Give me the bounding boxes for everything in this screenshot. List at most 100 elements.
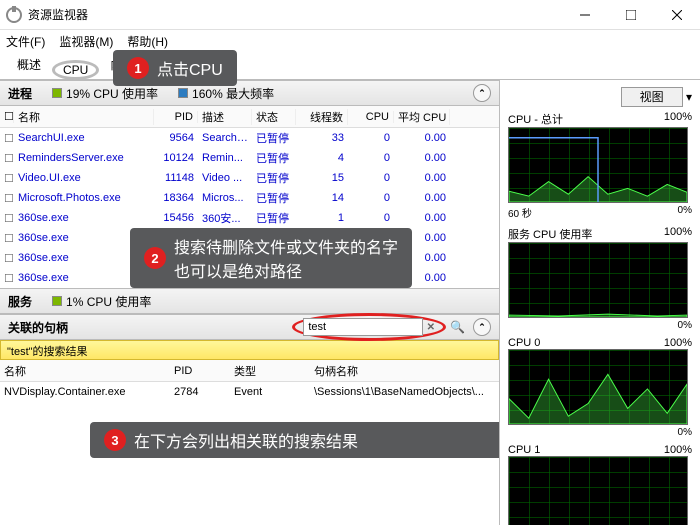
callout-2-text1: 搜索待删除文件或文件夹的名字 [174,234,398,258]
services-title: 服务 [8,293,32,310]
proc-desc: 360安... [198,210,252,226]
badge-1: 1 [127,57,149,79]
handles-search-input[interactable] [303,318,423,336]
proc-pid: 9564 [154,132,198,144]
chart-title: CPU 1 [508,444,540,456]
search-results-label: "test"的搜索结果 [0,340,499,360]
proc-pid: 18364 [154,192,198,204]
process-row[interactable]: ☐ 360se.exe 15456 360安... 已暂停 1 0 0.00 [0,208,499,228]
row-checkbox[interactable]: ☐ [0,192,14,205]
menubar: 文件(F) 监视器(M) 帮助(H) [0,30,700,52]
proc-pid: 10124 [154,152,198,164]
maximize-button[interactable] [608,0,654,29]
collapse-handles-icon[interactable]: ⌃ [473,318,491,336]
chart-pct: 100% [664,337,692,349]
proc-threads: 4 [296,152,348,164]
proc-pid: 15456 [154,212,198,224]
proc-cpu: 0 [348,212,394,224]
menu-file[interactable]: 文件(F) [6,33,45,50]
proc-cpu: 0 [348,192,394,204]
handle-type: Event [230,386,310,398]
chart-sub-right: 0% [678,320,692,331]
callout-1-text: 点击CPU [157,56,223,80]
handle-pid: 2784 [170,386,230,398]
annotation-callout-1: 1 点击CPU [113,50,237,86]
clear-search-icon[interactable]: ✕ [427,322,435,333]
handle-hname: \Sessions\1\BaseNamedObjects\... [310,386,499,398]
minimize-button[interactable] [562,0,608,29]
handles-columns: 名称 PID 类型 句柄名称 [0,360,499,382]
hcol-type[interactable]: 类型 [230,363,310,379]
right-pane: 视图 ▾ CPU - 总计100% 60 秒0% 服务 CPU 使用率100% … [500,80,700,525]
proc-threads: 33 [296,132,348,144]
row-checkbox[interactable]: ☐ [0,212,14,225]
col-checkbox[interactable]: ☐ [0,110,14,123]
row-checkbox[interactable]: ☐ [0,252,14,265]
proc-avg: 0.00 [394,152,450,164]
proc-desc: Search ... [198,132,252,144]
view-button[interactable]: 视图 [621,87,683,107]
chart-sub-left: 60 秒 [508,205,532,220]
handle-name: NVDisplay.Container.exe [0,386,170,398]
proc-desc: Remin... [198,152,252,164]
handle-row[interactable]: NVDisplay.Container.exe 2784 Event \Sess… [0,382,499,402]
menu-help[interactable]: 帮助(H) [127,33,168,50]
proc-name: 360se.exe [14,212,154,224]
row-checkbox[interactable]: ☐ [0,172,14,185]
view-dropdown-icon[interactable]: ▾ [686,90,692,104]
proc-threads: 1 [296,212,348,224]
app-icon [6,7,22,23]
annotation-callout-2: 2 搜索待删除文件或文件夹的名字 也可以是绝对路径 [130,228,412,288]
process-row[interactable]: ☐ RemindersServer.exe 10124 Remin... 已暂停… [0,148,499,168]
row-checkbox[interactable]: ☐ [0,152,14,165]
perf-chart [508,456,688,525]
hcol-name[interactable]: 名称 [0,363,170,379]
process-row[interactable]: ☐ Microsoft.Photos.exe 18364 Micros... 已… [0,188,499,208]
chart-pct: 100% [664,226,692,242]
perf-chart [508,242,688,318]
proc-name: Microsoft.Photos.exe [14,192,154,204]
callout-2-text2: 也可以是绝对路径 [174,258,398,282]
row-checkbox[interactable]: ☐ [0,132,14,145]
menu-monitor[interactable]: 监视器(M) [59,33,113,50]
search-icon[interactable]: 🔍 [450,320,465,334]
proc-avg: 0.00 [394,212,450,224]
col-cpu[interactable]: CPU [348,111,394,123]
col-avg[interactable]: 平均 CPU [394,109,450,125]
proc-cpu: 0 [348,152,394,164]
row-checkbox[interactable]: ☐ [0,232,14,245]
services-header[interactable]: 服务 1% CPU 使用率 [0,288,499,314]
hcol-hname[interactable]: 句柄名称 [310,363,499,379]
tab-cpu[interactable]: CPU [52,60,99,80]
hcol-pid[interactable]: PID [170,365,230,377]
col-name[interactable]: 名称 [14,109,154,125]
proc-avg: 0.00 [394,132,450,144]
proc-avg: 0.00 [394,172,450,184]
chart-title: CPU 0 [508,337,540,349]
handles-header[interactable]: 关联的句柄 ✕ 🔍 ⌃ [0,314,499,340]
perf-chart [508,127,688,203]
tab-overview[interactable]: 概述 [6,51,52,79]
processes-header[interactable]: 进程 19% CPU 使用率 160% 最大频率 ⌃ [0,80,499,106]
handles-title: 关联的句柄 [8,319,68,336]
process-row[interactable]: ☐ Video.UI.exe 11148 Video ... 已暂停 15 0 … [0,168,499,188]
badge-3: 3 [104,429,126,451]
proc-status: 已暂停 [252,130,296,146]
col-status[interactable]: 状态 [252,109,296,125]
col-pid[interactable]: PID [154,111,198,123]
col-desc[interactable]: 描述 [198,109,252,125]
col-threads[interactable]: 线程数 [296,109,348,125]
collapse-icon[interactable]: ⌃ [473,84,491,102]
annotation-callout-3: 3 在下方会列出相关联的搜索结果 [90,422,500,458]
processes-columns: ☐ 名称 PID 描述 状态 线程数 CPU 平均 CPU [0,106,499,128]
row-checkbox[interactable]: ☐ [0,272,14,285]
proc-status: 已暂停 [252,170,296,186]
proc-desc: Micros... [198,192,252,204]
max-freq-icon [178,88,188,98]
callout-3-text: 在下方会列出相关联的搜索结果 [134,428,358,452]
close-button[interactable] [654,0,700,29]
cpu-usage-icon [52,88,62,98]
process-row[interactable]: ☐ SearchUI.exe 9564 Search ... 已暂停 33 0 … [0,128,499,148]
proc-pid: 11148 [154,172,198,184]
proc-threads: 15 [296,172,348,184]
